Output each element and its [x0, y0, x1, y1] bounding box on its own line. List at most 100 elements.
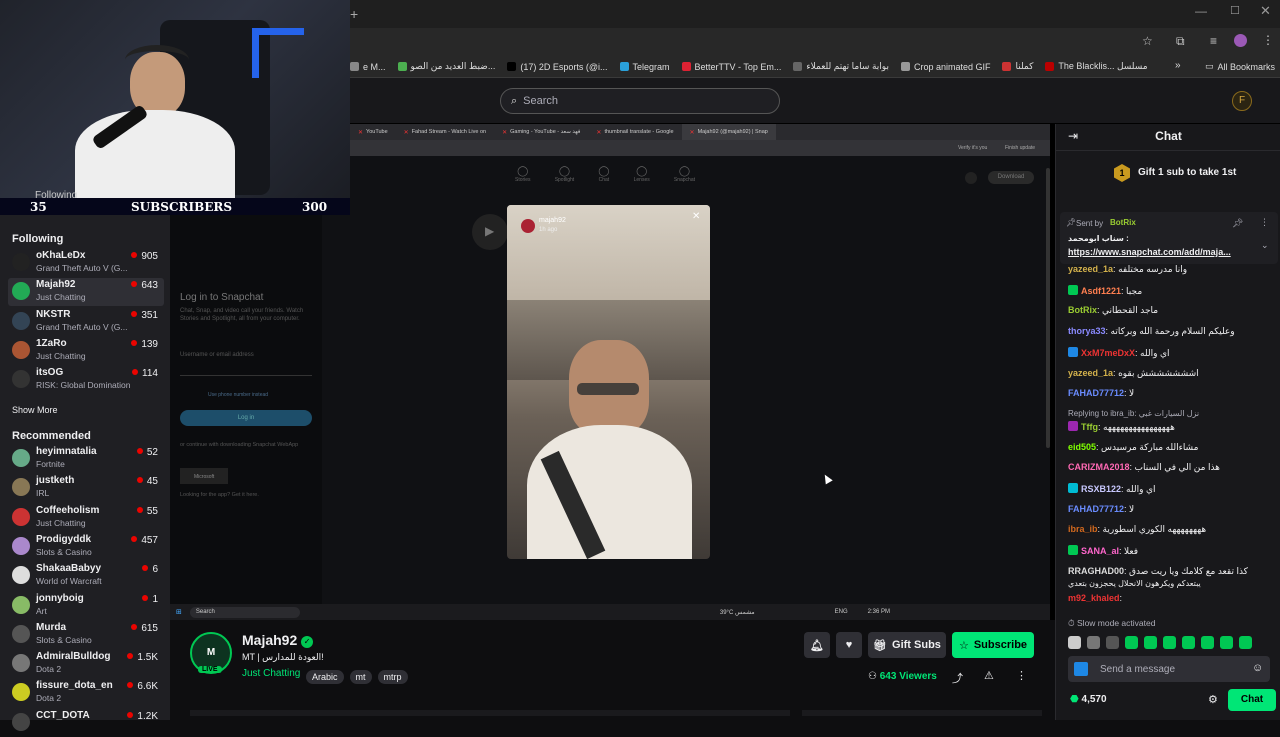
- sidebar-channel[interactable]: justketh IRL 45: [8, 474, 164, 502]
- sidebar-channel[interactable]: AdmiralBulldog Dota 2 1.5K: [8, 650, 164, 678]
- chat-settings-icon[interactable]: ⚙: [1208, 693, 1218, 706]
- chat-username[interactable]: m92_khaled: [1068, 593, 1120, 603]
- channel-points[interactable]: ⬣ 4,570: [1070, 694, 1107, 705]
- login-button[interactable]: Log in: [180, 410, 312, 426]
- sidebar-channel[interactable]: CCT_DOTA 1.2K: [8, 709, 164, 737]
- inner-tab[interactable]: ✕ Gaming - YouTube - فهد سعد: [494, 124, 588, 140]
- sidebar-channel[interactable]: fissure_dota_en Dota 2 6.6K: [8, 679, 164, 707]
- extensions-icon[interactable]: ⧉: [1176, 34, 1185, 49]
- chat-username[interactable]: RSXB122: [1081, 484, 1121, 494]
- chat-username[interactable]: CARIZMA2018: [1068, 462, 1130, 472]
- bookmark-item[interactable]: كملنا: [1002, 61, 1033, 72]
- username-input[interactable]: [180, 362, 312, 376]
- more-options-icon[interactable]: ⋮: [1016, 669, 1027, 682]
- inner-scrollbar[interactable]: [1046, 168, 1050, 448]
- bookmark-item[interactable]: بوابة ساما تهتم للعملاء: [793, 61, 889, 72]
- close-tab-icon[interactable]: ✕: [690, 129, 695, 136]
- sidebar-channel[interactable]: Majah92 Just Chatting 643: [8, 278, 164, 307]
- sidebar-channel[interactable]: Prodigyddk Slots & Casino 457: [8, 533, 164, 561]
- search-input[interactable]: ⌕ Search: [500, 88, 780, 114]
- media-icon[interactable]: ≡: [1210, 34, 1217, 48]
- stream-tag[interactable]: mtrp: [377, 670, 408, 684]
- menu-dots-icon[interactable]: ⋮: [1262, 33, 1274, 47]
- emote-icon[interactable]: [1087, 635, 1100, 649]
- maximize-icon[interactable]: ☐: [1230, 4, 1240, 17]
- user-avatar[interactable]: F: [1232, 91, 1252, 111]
- bookmark-item[interactable]: ضبط العديد من الصو...: [397, 61, 495, 72]
- gift-subs-button[interactable]: 🎁︎ Gift Subs: [868, 632, 946, 658]
- emote-icon[interactable]: [1068, 635, 1081, 649]
- snap-nav-item[interactable]: ◯ Stories: [515, 166, 531, 192]
- bookmark-item[interactable]: The Blacklis... مسلسل: [1045, 61, 1148, 72]
- snap-nav-item[interactable]: ◯ Spotlight: [555, 166, 574, 192]
- close-tab-icon[interactable]: ✕: [404, 129, 409, 136]
- chat-username[interactable]: RRAGHAD00: [1068, 566, 1124, 576]
- show-more-link[interactable]: Show More: [12, 405, 58, 415]
- chat-username[interactable]: Tffg: [1081, 422, 1098, 432]
- inner-tab[interactable]: ✕ thumbnail translate - Google: [588, 124, 681, 140]
- close-story-icon[interactable]: ✕: [692, 211, 700, 222]
- chat-input[interactable]: Send a message ☺: [1068, 656, 1270, 682]
- grid-icon[interactable]: [965, 172, 977, 184]
- microsoft-store-button[interactable]: Microsoft: [180, 468, 228, 484]
- emote-icon[interactable]: [1220, 635, 1233, 649]
- download-button[interactable]: Download: [988, 171, 1034, 184]
- emote-icon[interactable]: [1182, 635, 1195, 649]
- chevron-down-icon[interactable]: ⌄: [1261, 240, 1269, 251]
- pinned-link[interactable]: https://www.snapchat.com/add/maja...: [1068, 247, 1231, 257]
- bookmark-item[interactable]: (17) 2D Esports (@i...: [507, 61, 608, 72]
- sidebar-channel[interactable]: itsOG RISK: Global Domination 114: [8, 366, 164, 394]
- emote-icon[interactable]: [1163, 635, 1176, 649]
- bookmark-item[interactable]: Telegram: [619, 61, 670, 72]
- stream-tag[interactable]: Arabic: [306, 670, 344, 684]
- close-tab-icon[interactable]: ✕: [358, 129, 363, 136]
- sidebar-channel[interactable]: NKSTR Grand Theft Auto V (G... 351: [8, 308, 164, 336]
- windows-start-icon[interactable]: ⊞: [176, 608, 182, 616]
- bookmark-item[interactable]: Crop animated GIF: [900, 61, 990, 72]
- sidebar-channel[interactable]: Coffeeholism Just Chatting 55: [8, 504, 164, 532]
- unpin-icon[interactable]: 📌︎: [1232, 218, 1243, 229]
- snap-video[interactable]: majah92 1h ago ✕: [507, 205, 710, 559]
- phone-link[interactable]: Use phone number instead: [208, 392, 268, 398]
- bookmark-item[interactable]: BetterTTV - Top Em...: [681, 61, 781, 72]
- snap-nav-item[interactable]: ◯ Snapchat: [674, 166, 695, 192]
- new-tab-icon[interactable]: +: [350, 6, 358, 22]
- stream-category[interactable]: Just Chatting: [242, 668, 300, 679]
- emote-icon[interactable]: [1239, 635, 1252, 649]
- sidebar-channel[interactable]: ShakaaBabyy World of Warcraft 6: [8, 562, 164, 590]
- emote-picker-icon[interactable]: ☺: [1252, 662, 1263, 674]
- snap-nav-item[interactable]: ◯ Lenses: [634, 166, 650, 192]
- sidebar-channel[interactable]: Murda Slots & Casino 615: [8, 621, 164, 649]
- more-bookmarks-icon[interactable]: »: [1175, 60, 1181, 71]
- chat-username[interactable]: FAHAD77712: [1068, 504, 1124, 514]
- profile-avatar[interactable]: [1234, 34, 1247, 47]
- sidebar-channel[interactable]: 1ZaRo Just Chatting 139: [8, 337, 164, 365]
- share-icon[interactable]: ⤴: [952, 670, 963, 686]
- snap-nav-item[interactable]: ◯ Chat: [598, 166, 609, 192]
- report-icon[interactable]: ⚠: [984, 669, 994, 682]
- close-window-icon[interactable]: ✕: [1260, 3, 1271, 19]
- pinned-sender[interactable]: BotRix: [1110, 218, 1136, 227]
- chat-send-button[interactable]: Chat: [1228, 689, 1276, 711]
- chat-username[interactable]: BotRix: [1068, 305, 1097, 315]
- emote-icon[interactable]: [1201, 635, 1214, 649]
- chat-username[interactable]: ibra_ib: [1068, 524, 1098, 534]
- chat-username[interactable]: FAHAD77712: [1068, 388, 1124, 398]
- bookmark-item[interactable]: e M...: [350, 61, 386, 72]
- minimize-icon[interactable]: —: [1195, 4, 1207, 18]
- sidebar-channel[interactable]: heyimnatalia Fortnite 52: [8, 445, 164, 473]
- follow-heart-button[interactable]: ♥: [836, 632, 862, 658]
- badge-icon[interactable]: [1074, 662, 1088, 676]
- emote-icon[interactable]: [1144, 635, 1157, 649]
- channel-name[interactable]: Majah92 ✓: [242, 632, 314, 648]
- sidebar-channel[interactable]: jonnyboig Art 1: [8, 592, 164, 620]
- emote-icon[interactable]: [1125, 635, 1138, 649]
- pinned-menu-icon[interactable]: ⋮: [1260, 217, 1269, 228]
- inner-tab[interactable]: ✕ Majah92 (@majah92) | Snap: [681, 124, 776, 140]
- close-tab-icon[interactable]: ✕: [502, 129, 507, 136]
- gift-banner[interactable]: Gift 1 sub to take 1st: [1138, 167, 1236, 178]
- inner-tab[interactable]: ✕ Fahad Stream - Watch Live on: [396, 124, 494, 140]
- notification-bell-button[interactable]: 🔔︎: [804, 632, 830, 658]
- emote-icon[interactable]: [1106, 635, 1119, 649]
- chat-username[interactable]: thorya33: [1068, 326, 1106, 336]
